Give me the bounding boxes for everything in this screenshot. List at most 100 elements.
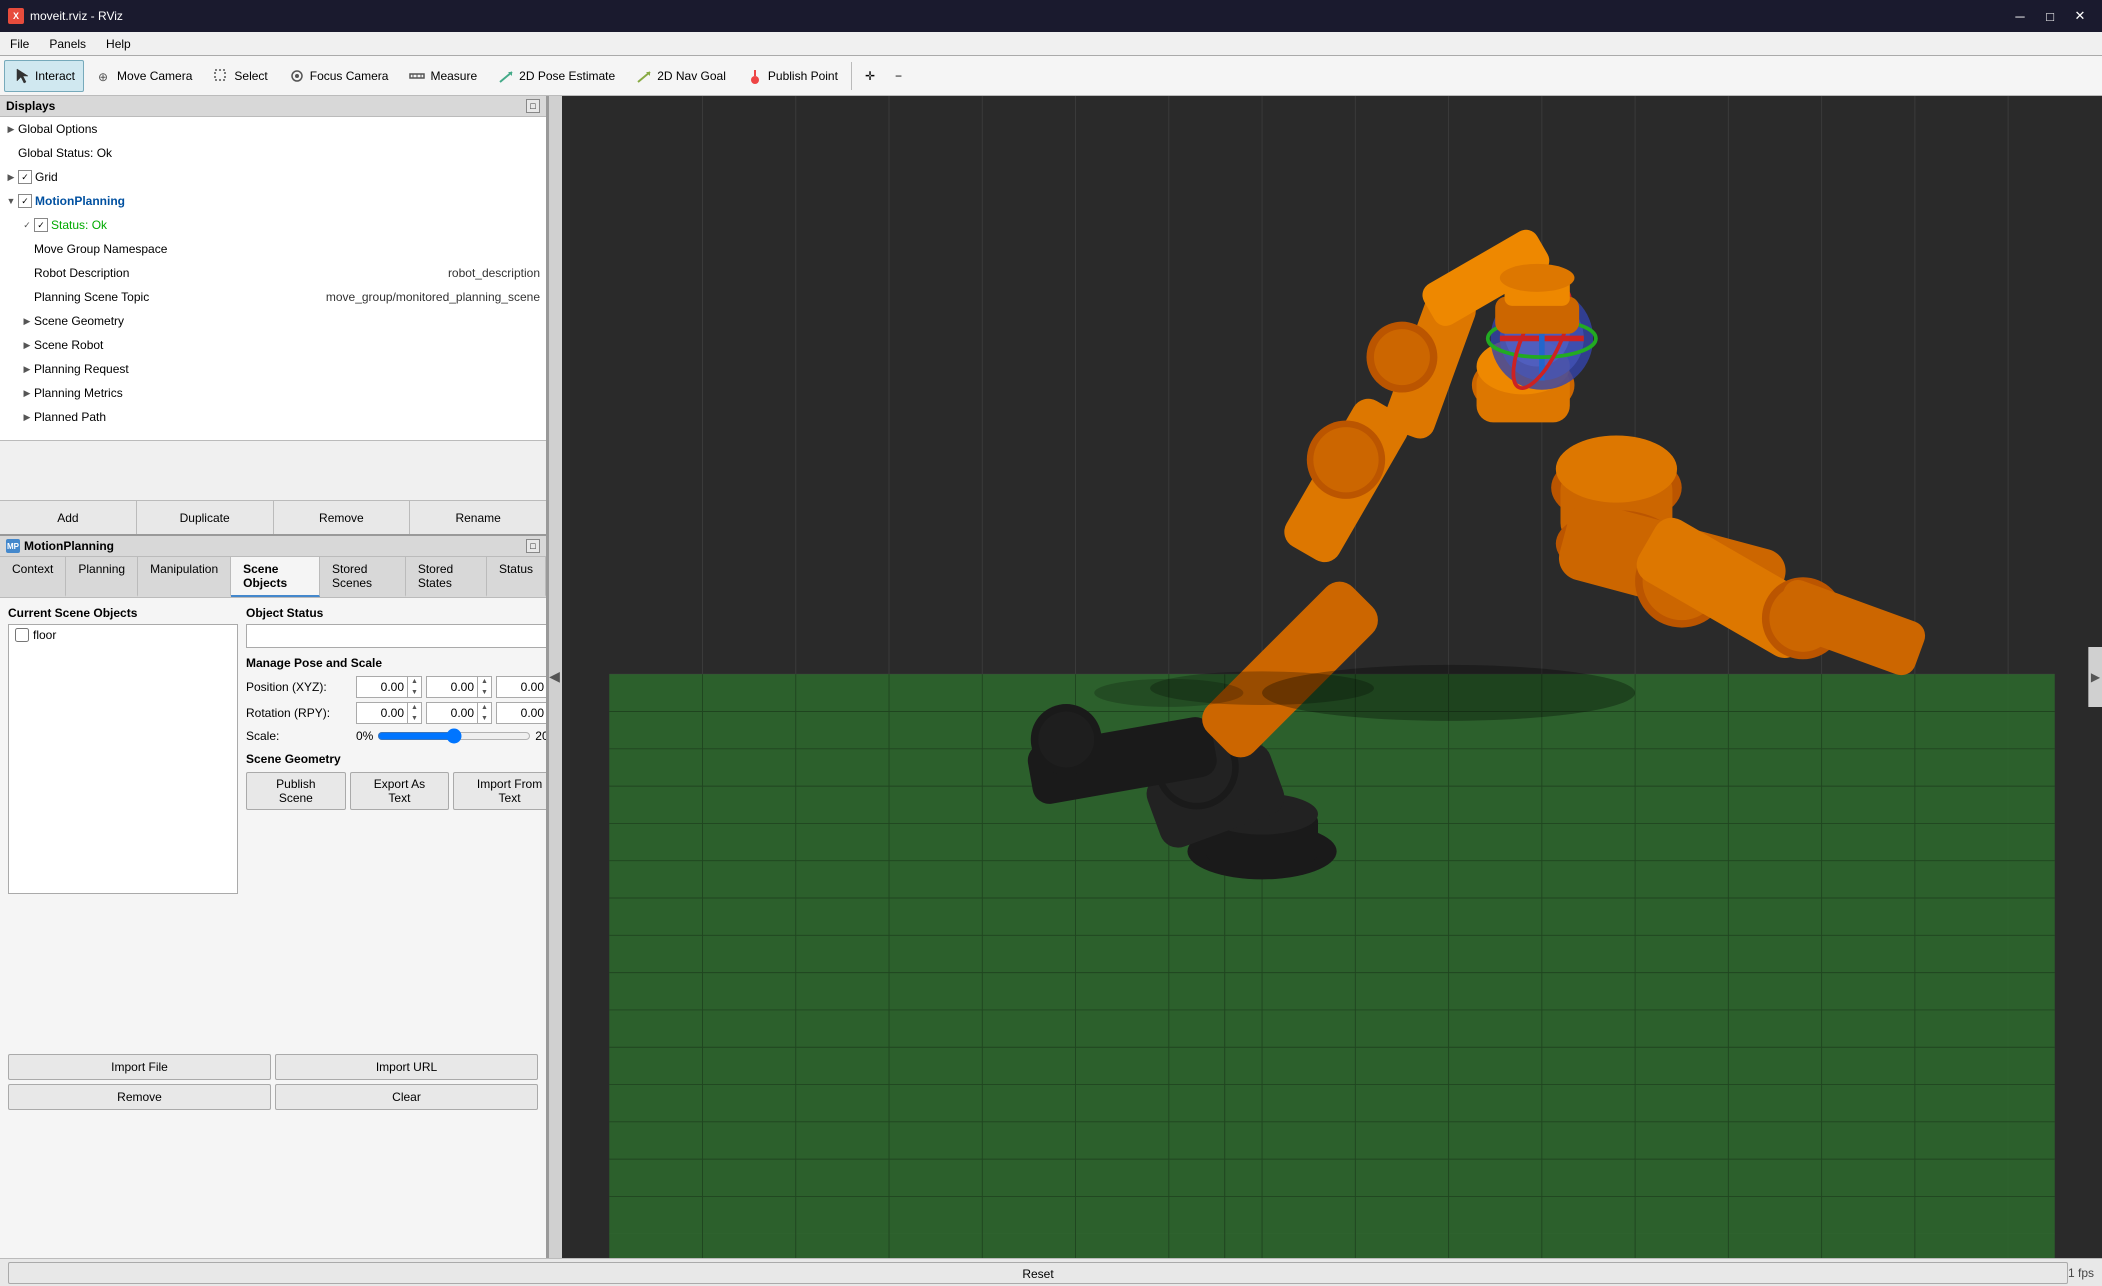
statusbar: Reset 1 fps [0,1258,2102,1286]
displays-title: Displays [6,99,55,113]
rotation-p-up[interactable]: ▲ [478,702,491,713]
close-button[interactable]: ✕ [2066,5,2094,27]
reset-button[interactable]: Reset [8,1262,2068,1284]
tool-2d-nav-label: 2D Nav Goal [657,69,726,83]
mp-maximize[interactable]: □ [526,539,540,553]
rotation-r-down[interactable]: ▼ [408,713,421,724]
scale-slider[interactable] [377,728,531,744]
position-x-up[interactable]: ▲ [408,676,421,687]
tool-move-camera[interactable]: ⊕ Move Camera [86,60,201,92]
scale-label: Scale: [246,729,356,743]
rotation-label: Rotation (RPY): [246,706,356,720]
position-z[interactable]: ▲ ▼ [496,676,546,698]
rotation-r-input[interactable] [357,706,407,720]
tool-2d-nav[interactable]: 2D Nav Goal [626,60,735,92]
tree-item[interactable]: ▶Planning Metrics [0,381,546,405]
position-row: Position (XYZ): ▲ ▼ [246,676,546,698]
minimize-button[interactable]: ─ [2006,5,2034,27]
position-y-up[interactable]: ▲ [478,676,491,687]
tab-manipulation[interactable]: Manipulation [138,557,231,597]
object-status-field[interactable] [246,624,546,648]
position-y-input[interactable] [427,680,477,694]
list-item-floor[interactable]: floor [9,625,237,645]
add-button[interactable]: Add [0,501,137,534]
tab-status[interactable]: Status [487,557,546,597]
duplicate-button[interactable]: Duplicate [137,501,274,534]
tree-item[interactable]: ▶Scene Robot [0,333,546,357]
tool-select[interactable]: Select [203,60,276,92]
tree-item[interactable]: Move Group Namespace [0,237,546,261]
ruler-icon [408,67,426,85]
export-as-text-button[interactable]: Export As Text [350,772,449,810]
rename-button[interactable]: Rename [410,501,546,534]
tab-planning[interactable]: Planning [66,557,138,597]
tool-2d-pose[interactable]: 2D Pose Estimate [488,60,624,92]
position-x-down[interactable]: ▼ [408,687,421,698]
tab-stored-scenes[interactable]: Stored Scenes [320,557,406,597]
tree-checkbox[interactable]: ✓ [18,170,32,184]
tree-label: Planning Scene Topic [34,290,326,304]
remove-object-button[interactable]: Remove [8,1084,271,1110]
menu-file[interactable]: File [0,32,39,55]
maximize-button[interactable]: □ [2036,5,2064,27]
clear-button[interactable]: Clear [275,1084,538,1110]
tree-label: Global Options [18,122,546,136]
position-y-down[interactable]: ▼ [478,687,491,698]
right-panel-collapse[interactable]: ▶ [2088,647,2102,707]
scene-geometry-buttons: Publish Scene Export As Text Import From… [246,772,546,810]
3d-viewport[interactable]: ▶ [562,96,2102,1258]
object-status-panel: Object Status Manage Pose and Scale Posi… [246,606,546,894]
tab-scene-objects[interactable]: Scene Objects [231,557,320,597]
mp-icon: MP [6,539,20,553]
publish-scene-button[interactable]: Publish Scene [246,772,346,810]
rotation-y[interactable]: ▲ ▼ [496,702,546,724]
tree-item[interactable]: Planning Scene Topicmove_group/monitored… [0,285,546,309]
toolbar-minus[interactable]: − [886,60,911,92]
tool-measure[interactable]: Measure [399,60,486,92]
tree-item[interactable]: ▶Global Options [0,117,546,141]
tree-item[interactable]: ▶Scene Geometry [0,309,546,333]
import-from-text-button[interactable]: Import From Text [453,772,546,810]
tree-arrow-icon: ✓ [20,218,34,232]
tree-checkbox[interactable]: ✓ [34,218,48,232]
position-x-input[interactable] [357,680,407,694]
floor-checkbox[interactable] [15,628,29,642]
rotation-r[interactable]: ▲ ▼ [356,702,422,724]
tab-context[interactable]: Context [0,557,66,597]
position-x[interactable]: ▲ ▼ [356,676,422,698]
rotation-p-down[interactable]: ▼ [478,713,491,724]
menu-help[interactable]: Help [96,32,141,55]
tab-stored-states[interactable]: Stored States [406,557,487,597]
tree-item[interactable]: ✓✓Status: Ok [0,213,546,237]
tool-focus-camera[interactable]: Focus Camera [279,60,398,92]
displays-maximize[interactable]: □ [526,99,540,113]
panel-collapse-button[interactable]: ◀ [548,96,562,1258]
toolbar-plus[interactable]: ✛ [856,60,884,92]
scene-objects-listbox[interactable]: floor [8,624,238,894]
tool-publish-point-label: Publish Point [768,69,838,83]
rotation-p-input[interactable] [427,706,477,720]
import-file-button[interactable]: Import File [8,1054,271,1080]
tree-item[interactable]: ▼✓MotionPlanning [0,189,546,213]
tree-checkbox[interactable]: ✓ [18,194,32,208]
tree-item[interactable]: Robot Descriptionrobot_description [0,261,546,285]
position-z-input[interactable] [497,680,546,694]
move-icon: ⊕ [95,67,113,85]
tool-interact[interactable]: Interact [4,60,84,92]
tool-publish-point[interactable]: Publish Point [737,60,847,92]
import-url-button[interactable]: Import URL [275,1054,538,1080]
toolbar: Interact ⊕ Move Camera Select Focus Came… [0,56,2102,96]
tree-item[interactable]: ▶Planned Path [0,405,546,429]
tree-item[interactable]: ▶✓Grid [0,165,546,189]
tree-item[interactable]: ▶Planning Request [0,357,546,381]
rotation-p[interactable]: ▲ ▼ [426,702,492,724]
remove-button[interactable]: Remove [274,501,411,534]
tree-item[interactable]: Global Status: Ok [0,141,546,165]
rotation-y-input[interactable] [497,706,546,720]
displays-tree[interactable]: ▶Global OptionsGlobal Status: Ok▶✓Grid▼✓… [0,117,546,440]
tree-arrow-icon: ▶ [20,410,34,424]
tool-focus-camera-label: Focus Camera [310,69,389,83]
rotation-r-up[interactable]: ▲ [408,702,421,713]
menu-panels[interactable]: Panels [39,32,96,55]
position-y[interactable]: ▲ ▼ [426,676,492,698]
